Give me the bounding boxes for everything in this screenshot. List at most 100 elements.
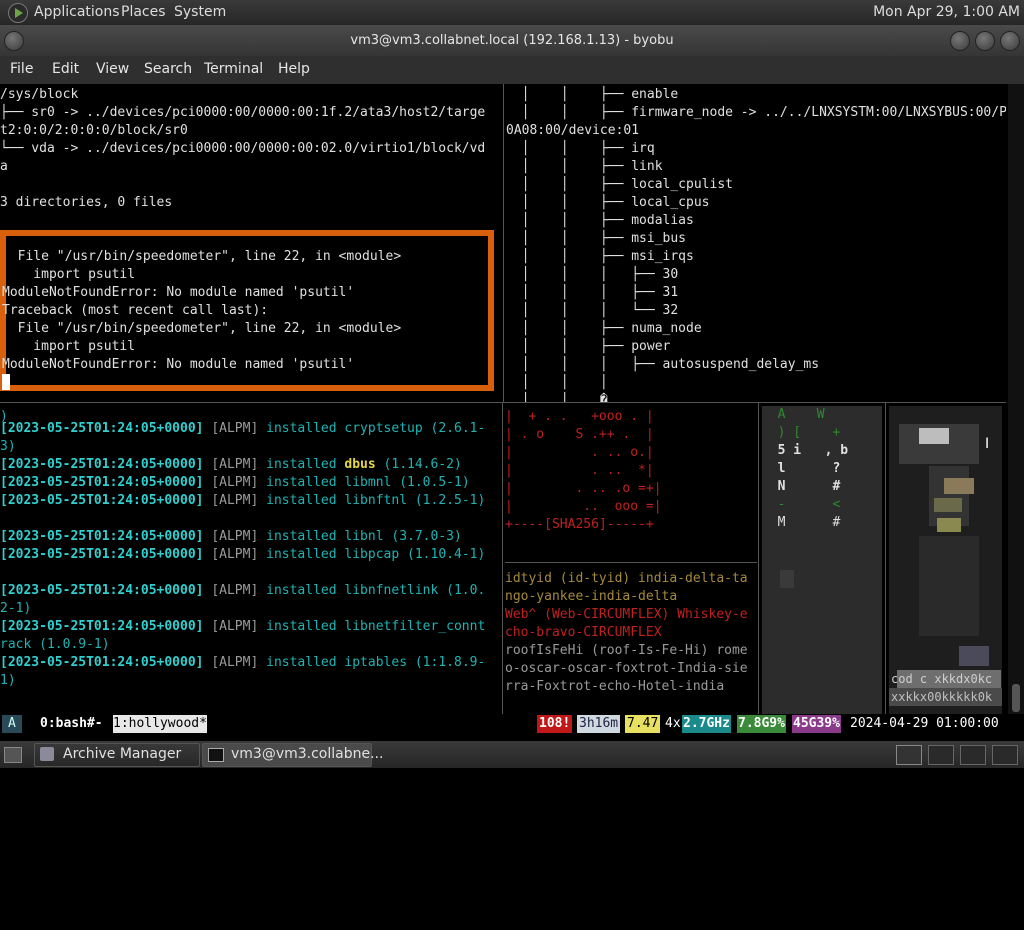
- log-continuation: 1): [0, 673, 16, 688]
- pane-ascii-art[interactable]: cod c xkkdx0kc xxkkx00kkkkk0k I: [889, 406, 1002, 714]
- tree-line: │ │ ├── power: [506, 339, 671, 354]
- menu-terminal[interactable]: Terminal: [204, 61, 263, 77]
- status-memory: 7.8G9%: [737, 715, 786, 733]
- matrix-line: A W: [762, 407, 825, 422]
- window-title: vm3@vm3.collabnet.local (192.168.1.13) -…: [350, 33, 674, 48]
- phonetic-line: roofIsFeHi (roof-Is-Fe-Hi) rome: [505, 643, 748, 658]
- traceback-line: ModuleNotFoundError: No module named 'ps…: [2, 357, 355, 372]
- log-tag: [ALPM]: [211, 421, 259, 436]
- log-ver: (3.7.0-3): [391, 529, 462, 544]
- log-msg: installed: [266, 475, 337, 490]
- log-tag: [ALPM]: [211, 583, 259, 598]
- ascii-art-bottom-2: xxkkx00kkkkk0k: [891, 690, 993, 704]
- menu-edit[interactable]: Edit: [52, 61, 79, 77]
- terminal-area[interactable]: /sys/block ├── sr0 -> ../devices/pci0000:…: [0, 84, 1024, 714]
- log-msg: installed: [266, 583, 337, 598]
- task-label-archive-manager: Archive Manager: [63, 746, 182, 762]
- matrix-line: M #: [762, 515, 841, 530]
- status-disk: 45G39%: [792, 715, 841, 733]
- status-datetime: 2024-04-29 01:00:00: [850, 716, 999, 731]
- pane-matrix[interactable]: A W ) [ + 5 i , b l ? N # - < M #: [762, 406, 882, 714]
- log-pkg: libnetfilter_connt: [344, 619, 486, 634]
- workspace-switcher-4[interactable]: [992, 745, 1018, 765]
- log-entry: [2023-05-25T01:24:05+0000] [ALPM] instal…: [0, 582, 485, 600]
- window-titlebar[interactable]: vm3@vm3.collabnet.local (192.168.1.13) -…: [0, 25, 1024, 56]
- matrix-line: - <: [762, 497, 841, 512]
- phonetic-line: cho-bravo-CIRCUMFLEX: [505, 625, 662, 640]
- log-continuation: 3): [0, 439, 16, 454]
- task-terminal[interactable]: vm3@vm3.collabne...: [202, 743, 383, 767]
- log-entry: [2023-05-25T01:24:05+0000] [ALPM] instal…: [0, 654, 485, 672]
- tree-line: │ │ │: [506, 375, 632, 390]
- log-entry: [2023-05-25T01:24:05+0000] [ALPM] instal…: [0, 546, 485, 564]
- matrix-line: N #: [762, 479, 841, 494]
- menu-help[interactable]: Help: [278, 61, 310, 77]
- maximize-button[interactable]: [975, 31, 995, 51]
- system-menu[interactable]: System: [174, 4, 226, 20]
- log-ts: [2023-05-25T01:24:05+0000]: [0, 475, 204, 490]
- terminal-line: a: [0, 159, 8, 174]
- scrollbar-thumb[interactable]: [1012, 684, 1020, 712]
- applications-menu[interactable]: Applications: [34, 4, 120, 20]
- pane-tree-block[interactable]: /sys/block ├── sr0 -> ../devices/pci0000:…: [0, 84, 503, 402]
- log-ts: [2023-05-25T01:24:05+0000]: [0, 655, 204, 670]
- sha-art-line: | + . . +ooo . |: [505, 409, 654, 424]
- log-ts: [2023-05-25T01:24:05+0000]: [0, 583, 204, 598]
- pane-divider: [502, 402, 503, 714]
- log-continuation: rack (1.0.9-1): [0, 637, 110, 652]
- log-ts: [2023-05-25T01:24:05+0000]: [0, 619, 204, 634]
- sha-art-line: | . .. .o =+|: [505, 481, 662, 496]
- terminal-line: /sys/block: [0, 87, 79, 102]
- log-msg: installed: [266, 529, 337, 544]
- window-tab-1[interactable]: 1:hollywood*: [113, 715, 207, 733]
- minimize-button[interactable]: [950, 31, 970, 51]
- menu-file[interactable]: File: [10, 61, 33, 77]
- log-ts: [2023-05-25T01:24:05+0000]: [0, 493, 204, 508]
- clock[interactable]: Mon Apr 29, 1:00 AM: [873, 4, 1020, 20]
- show-desktop-icon[interactable]: [4, 747, 22, 763]
- pane-divider: [885, 402, 886, 714]
- ascii-figure-image: [889, 424, 1002, 706]
- pane-divider-horizontal: [0, 402, 1006, 403]
- status-load: 7.47: [625, 715, 661, 733]
- terminal-scrollbar[interactable]: [1008, 84, 1024, 714]
- close-button[interactable]: [1000, 31, 1020, 51]
- phonetic-line: idtyid (id-tyid) india-delta-ta: [505, 571, 748, 586]
- phonetic-line: rra-Foxtrot-echo-Hotel-india: [505, 679, 725, 694]
- log-msg: installed: [266, 421, 337, 436]
- pane-sha256-art[interactable]: | + . . +ooo . | | . o S .++ . | | . .. o.…: [505, 408, 757, 558]
- terminal-line: ├── sr0 -> ../devices/pci0000:00/0000:00…: [0, 105, 486, 120]
- tree-line: │ │ ├── irq: [506, 141, 655, 156]
- log-msg: installed: [266, 655, 337, 670]
- matrix-line: ) [ +: [762, 425, 841, 440]
- tree-line: │ │ ├── msi_bus: [506, 231, 687, 246]
- workspace-switcher-2[interactable]: [928, 745, 954, 765]
- log-ts: [2023-05-25T01:24:05+0000]: [0, 529, 204, 544]
- workspace-switcher-1[interactable]: [896, 745, 922, 765]
- log-ts: [2023-05-25T01:24:05+0000]: [0, 421, 204, 436]
- log-entry: [2023-05-25T01:24:05+0000] [ALPM] instal…: [0, 456, 462, 474]
- log-ver: (1.10.4-1): [407, 547, 486, 562]
- pane-pacman-log[interactable]: ) [2023-05-25T01:24:05+0000] [ALPM] insta…: [0, 408, 500, 714]
- log-msg: installed: [266, 493, 337, 508]
- tree-line: │ │ ├── local_cpulist: [506, 177, 733, 192]
- log-pkg: libmnl: [344, 475, 392, 490]
- log-msg: installed: [266, 457, 337, 472]
- log-ts: [2023-05-25T01:24:05+0000]: [0, 547, 204, 562]
- sha-art-line: | .. ooo =|: [505, 499, 662, 514]
- tree-line: │ │ �: [506, 393, 608, 402]
- workspace-switcher-3[interactable]: [960, 745, 986, 765]
- menu-search[interactable]: Search: [144, 61, 192, 77]
- places-menu[interactable]: Places: [121, 4, 166, 20]
- applications-icon[interactable]: [8, 3, 28, 23]
- window-tab-0[interactable]: 0:bash#-: [40, 715, 103, 733]
- pane-phonetic-words[interactable]: idtyid (id-tyid) india-delta-ta ngo-yanke…: [505, 570, 757, 714]
- tree-line: │ │ │ ├── 30: [506, 267, 679, 282]
- task-archive-manager[interactable]: Archive Manager: [34, 743, 200, 767]
- menu-view[interactable]: View: [96, 61, 129, 77]
- pane-tree-device[interactable]: │ │ ├── enable │ │ ├── firmware_node -> …: [506, 84, 1006, 402]
- tree-line: │ │ ├── numa_node: [506, 321, 702, 336]
- log-tag: [ALPM]: [211, 493, 259, 508]
- tree-line: │ │ ├── local_cpus: [506, 195, 710, 210]
- log-entry: [2023-05-25T01:24:05+0000] [ALPM] instal…: [0, 528, 462, 546]
